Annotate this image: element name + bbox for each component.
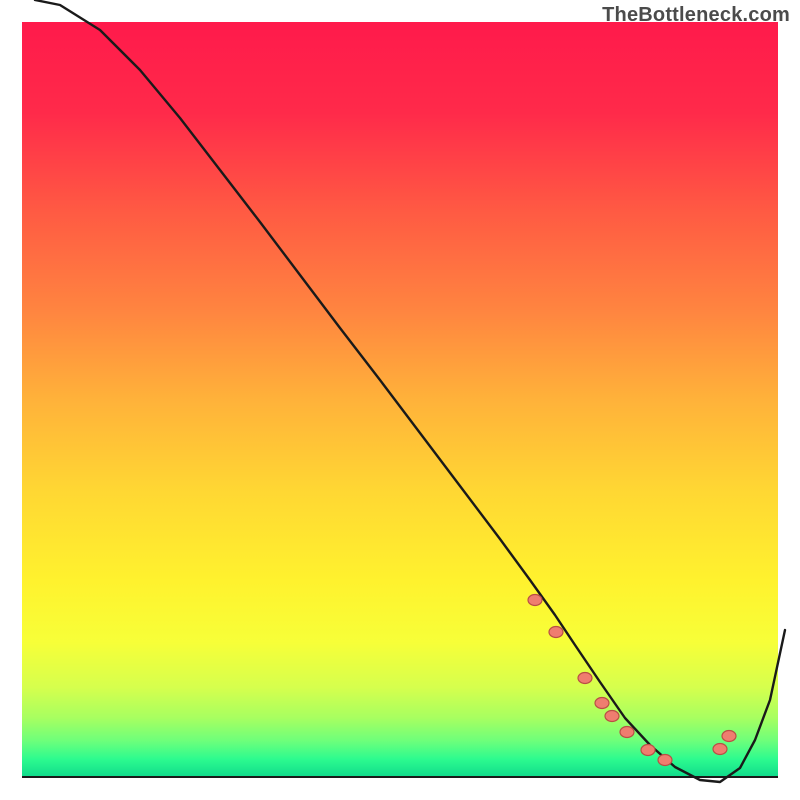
plot-background (22, 22, 778, 778)
bottleneck-chart (0, 0, 800, 800)
highlighted-point (605, 711, 619, 722)
chart-stage: TheBottleneck.com (0, 0, 800, 800)
highlighted-point (658, 755, 672, 766)
highlighted-point (595, 698, 609, 709)
highlighted-point (722, 731, 736, 742)
highlighted-point (578, 673, 592, 684)
highlighted-point (713, 744, 727, 755)
highlighted-point (549, 627, 563, 638)
highlighted-point (620, 727, 634, 738)
highlighted-point (528, 595, 542, 606)
highlighted-point (641, 745, 655, 756)
baseline (22, 776, 778, 778)
watermark-label: TheBottleneck.com (602, 4, 790, 27)
